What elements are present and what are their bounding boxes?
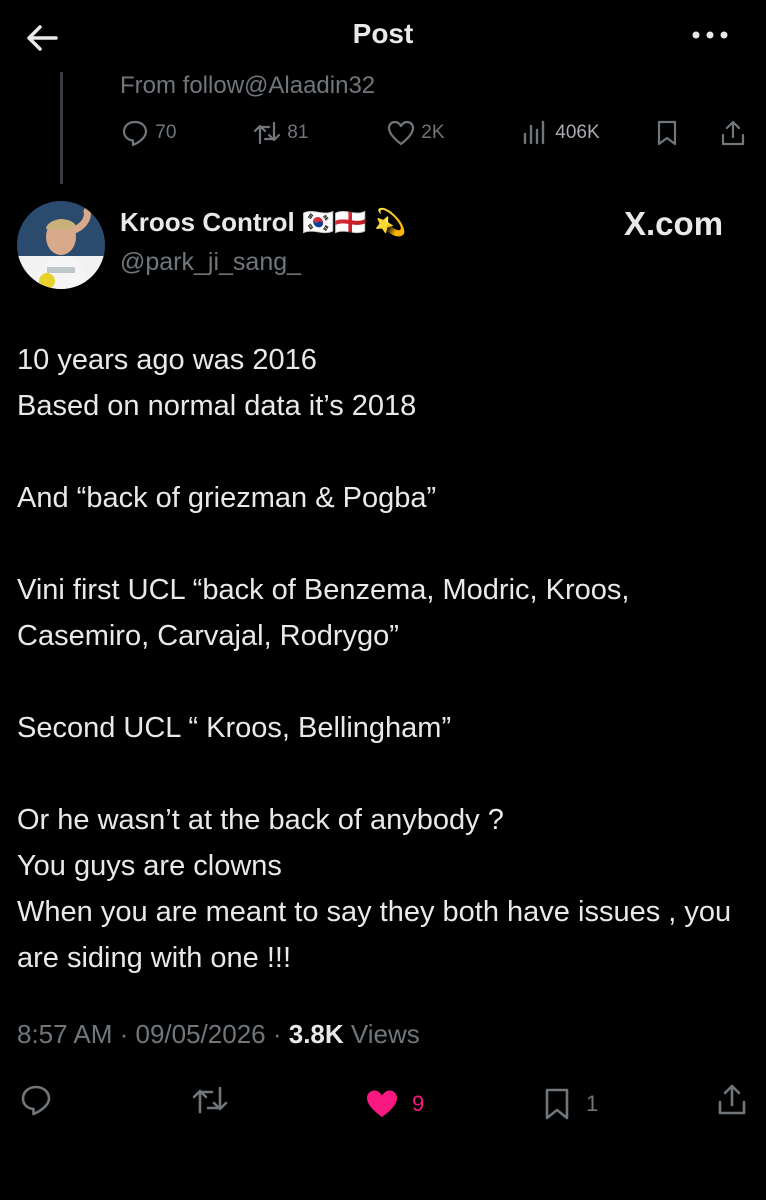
like-button[interactable]: 9 — [364, 1082, 424, 1126]
bookmark-icon — [545, 1088, 569, 1120]
tweet-paragraph: Or he wasn’t at the back of anybody ? Yo… — [17, 804, 732, 974]
page-title: Post — [352, 18, 414, 49]
timestamp: 8:57 AM · 09/05/2026 · — [17, 1019, 289, 1049]
tweet-paragraph: Vini first UCL “back of Benzema, Modric,… — [17, 574, 630, 652]
tweet-paragraph: Second UCL “ Kroos, Bellingham” — [17, 712, 452, 744]
parent-reply-count: 70 — [155, 122, 177, 144]
views-label: Views — [343, 1019, 420, 1049]
thread-connector — [60, 72, 63, 184]
parent-views-count: 406K — [555, 122, 600, 144]
bookmark-button[interactable]: 1 — [540, 1082, 598, 1126]
more-icon — [692, 31, 728, 39]
tweet-paragraph: And “back of griezman & Pogba” — [17, 482, 437, 514]
parent-repost-button[interactable]: 81 — [252, 118, 308, 150]
parent-views-button[interactable]: 406K — [520, 118, 600, 150]
tweet-meta: 8:57 AM · 09/05/2026 · 3.8K Views — [17, 1019, 420, 1050]
like-icon — [387, 120, 415, 146]
from-text: From follow@Alaadin32 — [120, 72, 376, 99]
parent-bookmark-button[interactable] — [652, 118, 682, 150]
reply-button[interactable] — [18, 1082, 54, 1126]
author-handle[interactable]: @park_ji_sang_ — [120, 248, 301, 277]
share-icon — [721, 120, 745, 146]
reply-icon — [122, 120, 148, 147]
parent-share-button[interactable] — [718, 118, 748, 150]
tweet-paragraph: 10 years ago was 2016 Based on normal da… — [17, 344, 417, 422]
author-display-name[interactable]: Kroos Control 🇰🇷🏴󠁧󠁢󠁥󠁮󠁧󠁿 💫 — [120, 207, 406, 238]
repost-button[interactable] — [190, 1082, 230, 1126]
avatar[interactable] — [17, 201, 105, 289]
views-count: 3.8K — [288, 1019, 344, 1049]
more-button[interactable] — [688, 18, 732, 52]
parent-like-count: 2K — [421, 122, 445, 144]
like-count: 9 — [412, 1091, 425, 1116]
watermark: X.com — [624, 205, 724, 242]
share-icon — [718, 1084, 746, 1115]
share-button[interactable] — [714, 1082, 750, 1126]
repost-icon — [253, 121, 281, 145]
bookmark-icon — [657, 120, 677, 146]
like-icon — [367, 1090, 397, 1117]
views-icon — [523, 120, 545, 145]
parent-like-button[interactable]: 2K — [386, 118, 445, 150]
reply-icon — [21, 1085, 51, 1116]
repost-icon — [192, 1086, 228, 1114]
parent-repost-count: 81 — [287, 122, 309, 144]
tweet-text: 10 years ago was 2016 Based on normal da… — [17, 337, 757, 981]
bookmark-count: 1 — [586, 1091, 599, 1116]
parent-reply-button[interactable]: 70 — [120, 118, 176, 150]
avatar-image — [17, 201, 105, 289]
